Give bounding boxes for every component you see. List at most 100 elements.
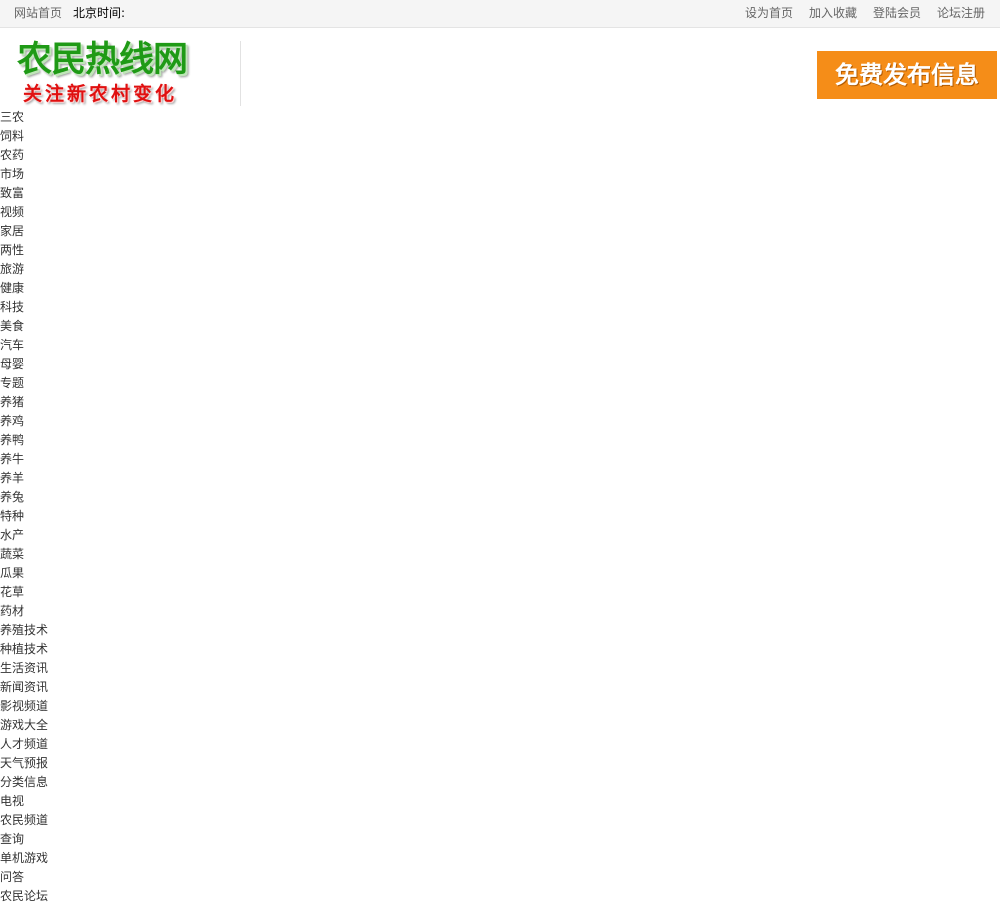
top-bar-left: 网站首页 北京时间: [14, 0, 125, 27]
nav-item: 特种 [0, 507, 48, 526]
nav-item: 养牛 [0, 450, 48, 469]
nav-item: 三农 [0, 108, 48, 127]
nav-link[interactable]: 生活资讯 [0, 661, 48, 675]
nav-link[interactable]: 农药 [0, 148, 24, 162]
nav-link[interactable]: 花草 [0, 585, 24, 599]
nav-link[interactable]: 养兔 [0, 490, 24, 504]
nav-item: 游戏大全 [0, 716, 48, 735]
nav-link[interactable]: 人才频道 [0, 737, 48, 751]
nav-link[interactable]: 家居 [0, 224, 24, 238]
nav-item: 科技 [0, 298, 48, 317]
nav-link[interactable]: 农民频道 [0, 813, 48, 827]
nav-link[interactable]: 单机游戏 [0, 851, 48, 865]
beijing-time-label: 北京时间: [73, 6, 126, 20]
nav-item: 蔬菜 [0, 545, 48, 564]
nav-item: 农民频道 [0, 811, 48, 830]
nav-item: 水产 [0, 526, 48, 545]
nav-item: 美食 [0, 317, 48, 336]
nav-link[interactable]: 电视 [0, 794, 24, 808]
nav-link[interactable]: 母婴 [0, 357, 24, 371]
nav-item: 查询 [0, 830, 48, 849]
nav-link[interactable]: 健康 [0, 281, 24, 295]
nav-link[interactable]: 养羊 [0, 471, 24, 485]
nav-item: 视频 [0, 203, 48, 222]
nav-item: 市场 [0, 165, 48, 184]
nav-item: 分类信息 [0, 773, 48, 792]
nav-link[interactable]: 视频 [0, 205, 24, 219]
nav-item: 健康 [0, 279, 48, 298]
nav-link[interactable]: 养鸭 [0, 433, 24, 447]
nav-link[interactable]: 农民论坛 [0, 889, 48, 903]
nav-link[interactable]: 天气预报 [0, 756, 48, 770]
nav-link[interactable]: 查询 [0, 832, 24, 846]
member-login-link[interactable]: 登陆会员 [873, 0, 921, 27]
nav-link[interactable]: 影视频道 [0, 699, 48, 713]
nav-item: 养猪 [0, 393, 48, 412]
nav-link[interactable]: 养牛 [0, 452, 24, 466]
nav-link[interactable]: 瓜果 [0, 566, 24, 580]
nav-item: 养羊 [0, 469, 48, 488]
nav-link[interactable]: 蔬菜 [0, 547, 24, 561]
nav-item: 养鸭 [0, 431, 48, 450]
logo-title: 农民热线网 [17, 40, 188, 80]
nav-link[interactable]: 旅游 [0, 262, 24, 276]
nav-item: 问答 [0, 868, 48, 887]
nav-item: 种植技术 [0, 640, 48, 659]
nav-link[interactable]: 新闻资讯 [0, 680, 48, 694]
nav-item: 人才频道 [0, 735, 48, 754]
nav-item: 电视 [0, 792, 48, 811]
nav-link[interactable]: 分类信息 [0, 775, 48, 789]
nav-link[interactable]: 药材 [0, 604, 24, 618]
nav-item: 致富 [0, 184, 48, 203]
home-link[interactable]: 网站首页 [14, 0, 62, 27]
header-divider [240, 41, 241, 106]
nav-item: 天气预报 [0, 754, 48, 773]
nav-item: 母婴 [0, 355, 48, 374]
nav-item: 生活资讯 [0, 659, 48, 678]
nav-link[interactable]: 汽车 [0, 338, 24, 352]
nav-item: 汽车 [0, 336, 48, 355]
nav-item: 影视频道 [0, 697, 48, 716]
nav-item: 养兔 [0, 488, 48, 507]
nav-link[interactable]: 养鸡 [0, 414, 24, 428]
free-post-info-button[interactable]: 免费发布信息 [817, 51, 997, 99]
nav-link[interactable]: 科技 [0, 300, 24, 314]
nav-link[interactable]: 水产 [0, 528, 24, 542]
nav-link[interactable]: 问答 [0, 870, 24, 884]
nav-link[interactable]: 致富 [0, 186, 24, 200]
channel-nav: 三农饲料农药市场致富视频家居两性旅游健康科技美食汽车母婴专题养猪养鸡养鸭养牛养羊… [0, 108, 48, 906]
nav-item: 单机游戏 [0, 849, 48, 868]
nav-link[interactable]: 两性 [0, 243, 24, 257]
nav-link[interactable]: 特种 [0, 509, 24, 523]
nav-item: 农民论坛 [0, 887, 48, 906]
nav-item: 药材 [0, 602, 48, 621]
top-bar: 网站首页 北京时间: 设为首页 加入收藏 登陆会员 论坛注册 [0, 0, 1000, 28]
nav-item: 新闻资讯 [0, 678, 48, 697]
nav-link[interactable]: 专题 [0, 376, 24, 390]
nav-link[interactable]: 饲料 [0, 129, 24, 143]
nav-link[interactable]: 种植技术 [0, 642, 48, 656]
nav-item: 两性 [0, 241, 48, 260]
nav-item: 农药 [0, 146, 48, 165]
nav-item: 家居 [0, 222, 48, 241]
site-header: 农民热线网 关注新农村变化 免费发布信息 [0, 29, 1000, 109]
logo-slogan: 关注新农村变化 [23, 83, 178, 105]
nav-item: 瓜果 [0, 564, 48, 583]
nav-link[interactable]: 游戏大全 [0, 718, 48, 732]
forum-register-link[interactable]: 论坛注册 [937, 0, 985, 27]
nav-link[interactable]: 三农 [0, 110, 24, 124]
top-bar-right: 设为首页 加入收藏 登陆会员 论坛注册 [729, 0, 985, 27]
nav-link[interactable]: 美食 [0, 319, 24, 333]
add-favorite-link[interactable]: 加入收藏 [809, 0, 857, 27]
site-logo[interactable]: 农民热线网 关注新农村变化 [14, 39, 216, 109]
nav-item: 花草 [0, 583, 48, 602]
nav-link[interactable]: 养猪 [0, 395, 24, 409]
nav-item: 旅游 [0, 260, 48, 279]
nav-link[interactable]: 市场 [0, 167, 24, 181]
set-homepage-link[interactable]: 设为首页 [745, 0, 793, 27]
nav-link[interactable]: 养殖技术 [0, 623, 48, 637]
nav-item: 专题 [0, 374, 48, 393]
nav-item: 养鸡 [0, 412, 48, 431]
nav-item: 养殖技术 [0, 621, 48, 640]
nav-item: 饲料 [0, 127, 48, 146]
